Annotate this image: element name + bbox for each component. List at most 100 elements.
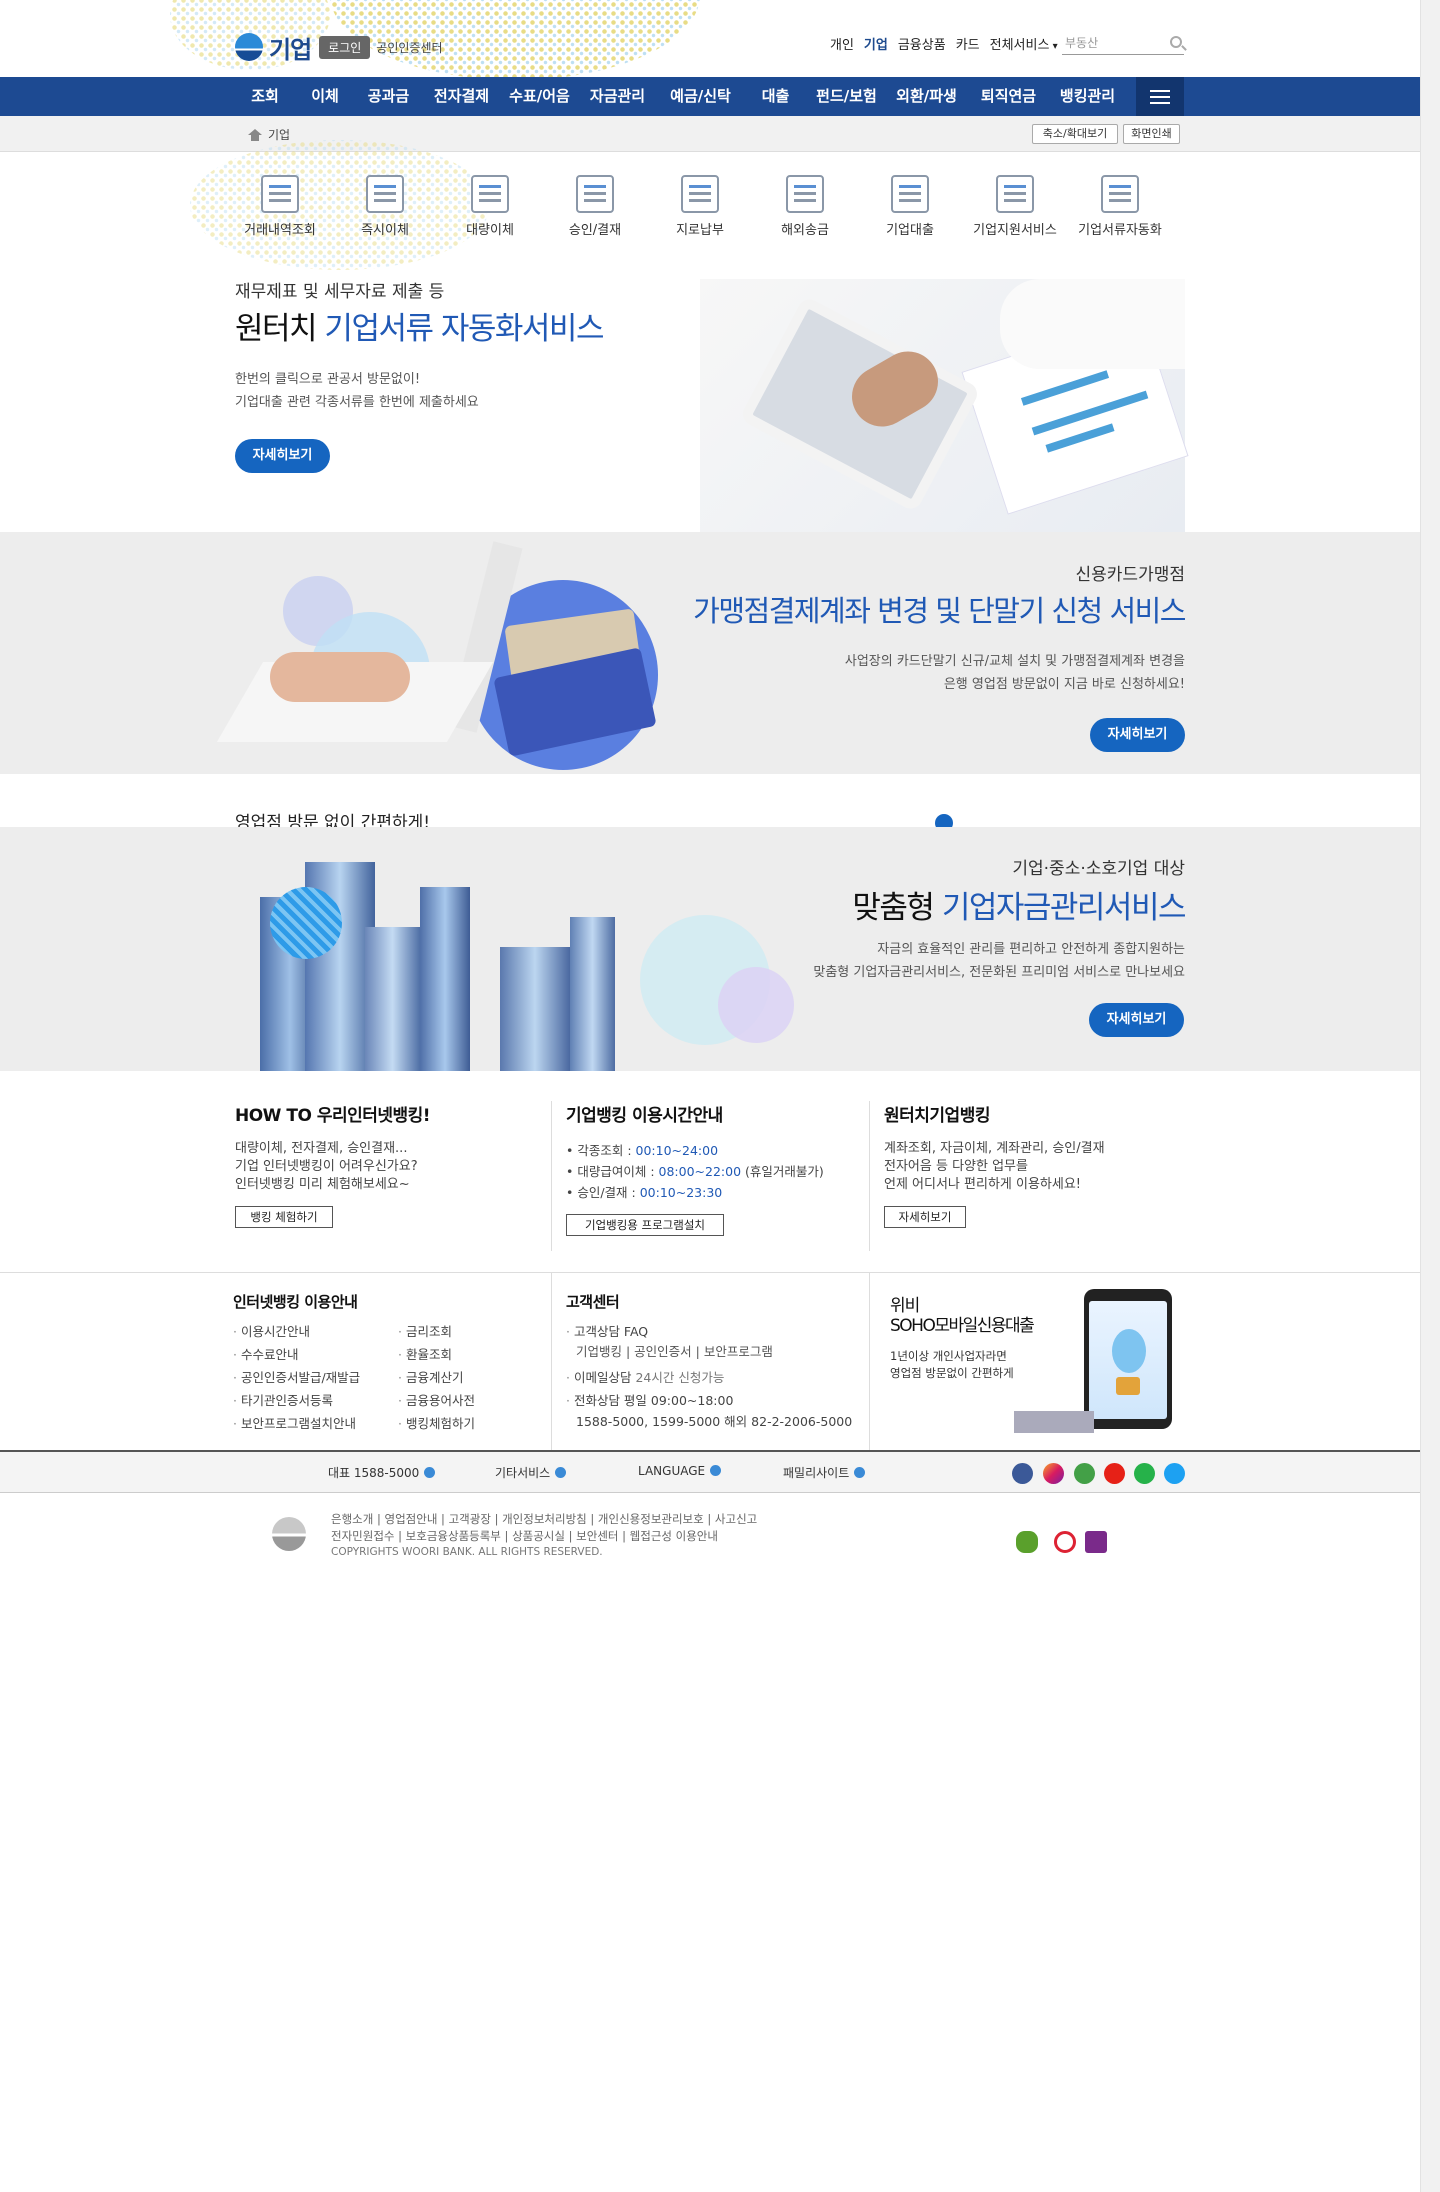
cert-center-link[interactable]: 공인인증센터 (376, 39, 442, 56)
gnb-utility[interactable]: 공과금 (355, 77, 422, 116)
guide-link-certificate[interactable]: 공인인증서발급/재발급 (233, 1367, 360, 1386)
phone-image (1084, 1289, 1172, 1429)
gnb-pension[interactable]: 퇴직연금 (967, 77, 1050, 116)
footer-copyright: COPYRIGHTS WOORI BANK. ALL RIGHTS RESERV… (331, 1546, 603, 1558)
gnb-checks[interactable]: 수표/어음 (501, 77, 578, 116)
guide-link-security[interactable]: 보안프로그램설치안내 (233, 1413, 356, 1432)
top-nav-all-services[interactable]: 전체서비스 (990, 34, 1058, 53)
gnb-epayment[interactable]: 전자결제 (422, 77, 501, 116)
gnb-transfer[interactable]: 이체 (295, 77, 355, 116)
search-icon[interactable] (1170, 36, 1182, 48)
hours-row: • 대량급여이체 : 08:00~22:00 (휴일거래불가) (566, 1164, 824, 1179)
instagram-icon[interactable] (1043, 1463, 1064, 1484)
banner-merchant-service: 신용카드가맹점 가맹점결제계좌 변경 및 단말기 신청 서비스 사업장의 카드단… (0, 532, 1420, 774)
guide-link-fees[interactable]: 수수료안내 (233, 1344, 299, 1363)
banner3-subtitle: 기업·중소·소호기업 대상 (1012, 859, 1185, 879)
quick-item-corporate-loan[interactable]: 기업대출 (860, 175, 960, 238)
gnb-inquiry[interactable]: 조회 (235, 77, 295, 116)
hours-row: • 승인/결재 : 00:10~23:30 (566, 1185, 723, 1200)
banking-demo-button[interactable]: 뱅킹 체험하기 (235, 1206, 333, 1228)
banner1-title: 원터치 기업서류 자동화서비스 (235, 311, 604, 347)
guide-link-other-cert[interactable]: 타기관인증서등록 (233, 1390, 333, 1409)
footer-links-row1[interactable]: 은행소개 | 영업점안내 | 고객광장 | 개인정보처리방침 | 개인신용정보관… (331, 1511, 757, 1527)
zoom-button[interactable]: 축소/확대보기 (1032, 124, 1118, 144)
hours-row: • 각종조회 : 00:10~24:00 (566, 1143, 719, 1158)
guide-link-exchange[interactable]: 환율조회 (398, 1344, 452, 1363)
print-button[interactable]: 화면인쇄 (1123, 124, 1180, 144)
program-install-button[interactable]: 기업뱅킹용 프로그램설치 (566, 1214, 724, 1236)
guide-link-hours[interactable]: 이용시간안내 (233, 1321, 310, 1340)
login-button[interactable]: 로그인 (319, 35, 371, 59)
top-nav-products[interactable]: 금융상품 (898, 34, 946, 53)
banner2-more-button[interactable]: 자세히보기 (1090, 718, 1185, 752)
office-building-icon (996, 175, 1034, 213)
certification-mark-icon (1054, 1531, 1076, 1553)
customer-faq-sublinks[interactable]: 기업뱅킹 | 공인인증서 | 보안프로그램 (576, 1341, 773, 1360)
vertical-scrollbar[interactable] (1420, 0, 1440, 2192)
web-accessibility-mark-icon (1016, 1531, 1038, 1553)
guide-link-demo[interactable]: 뱅킹체험하기 (398, 1413, 475, 1432)
customer-email[interactable]: 이메일상담 24시간 신청가능 (566, 1367, 724, 1386)
chevron-up-icon (424, 1467, 436, 1478)
gnb-deposit[interactable]: 예금/신탁 (657, 77, 744, 116)
logo-title: 기업 (269, 35, 312, 64)
gnb-loan[interactable]: 대출 (744, 77, 807, 116)
onetouch-more-button[interactable]: 자세히보기 (884, 1206, 966, 1228)
gnb-forex[interactable]: 외환/파생 (886, 77, 967, 116)
breadcrumb-current[interactable]: 기업 (268, 126, 290, 143)
footer-other-services[interactable]: 기타서비스 (495, 1464, 567, 1481)
onetouch-title: 원터치기업뱅킹 (884, 1106, 990, 1126)
info-section: HOW TO 우리인터넷뱅킹! 대량이체, 전자결제, 승인결재... 기업 인… (0, 1071, 1420, 1273)
naver-tv-icon[interactable] (1134, 1463, 1155, 1484)
youtube-icon[interactable] (1104, 1463, 1125, 1484)
location-bar: 기업 (0, 116, 1420, 152)
quick-item-approval[interactable]: 승인/결재 (545, 175, 645, 238)
bank-logo-icon (235, 33, 263, 61)
award-mark-icon (1085, 1531, 1107, 1553)
monitor-icon (1101, 175, 1139, 213)
kakao-story-icon[interactable] (1074, 1463, 1095, 1484)
guide-link-glossary[interactable]: 금융용어사전 (398, 1390, 475, 1409)
banner-strip: 영업점 방문 없이 간편하게! (0, 774, 1420, 827)
quick-item-bulk-transfer[interactable]: 대량이체 (440, 175, 540, 238)
clipboard-check-icon (576, 175, 614, 213)
banner2-subtitle: 신용카드가맹점 (1075, 565, 1185, 585)
guide-title: 인터넷뱅킹 이용안내 (233, 1293, 358, 1311)
quick-item-support[interactable]: 기업지원서비스 (965, 175, 1065, 238)
menu-icon[interactable] (1136, 77, 1184, 116)
footer-family-sites[interactable]: 패밀리사이트 (783, 1464, 866, 1481)
home-icon[interactable] (248, 128, 262, 141)
gnb-fund[interactable]: 펀드/보험 (807, 77, 886, 116)
chevron-up-icon (710, 1465, 722, 1476)
footer-bar: 대표 1588-5000 기타서비스 LANGUAGE 패밀리사이트 (0, 1450, 1420, 1493)
quick-item-document-automation[interactable]: 기업서류자동화 (1070, 175, 1170, 238)
quick-item-transactions[interactable]: 거래내역조회 (230, 175, 330, 238)
guide-link-calculator[interactable]: 금융계산기 (398, 1367, 464, 1386)
facebook-icon[interactable] (1012, 1463, 1033, 1484)
gnb-cash-management[interactable]: 자금관리 (578, 77, 657, 116)
search-placeholder: 부동산 (1065, 36, 1099, 50)
main-nav: 조회 이체 공과금 전자결제 수표/어음 자금관리 예금/신탁 대출 펀드/보험… (0, 77, 1420, 116)
soho-loan-promo[interactable]: 위비 SOHO모바일신용대출 1년이상 개인사업자라면 영업점 방문없이 간편하… (884, 1283, 1184, 1440)
quick-item-overseas-remittance[interactable]: 해외송금 (755, 175, 855, 238)
top-nav-personal[interactable]: 개인 (830, 34, 854, 53)
footer-links-row2[interactable]: 전자민원접수 | 보호금융상품등록부 | 상품공시실 | 보안센터 | 웹접근성… (331, 1528, 718, 1544)
footer-phone-link[interactable]: 대표 1588-5000 (328, 1464, 436, 1481)
footer-language[interactable]: LANGUAGE (638, 1464, 722, 1478)
guide-link-rates[interactable]: 금리조회 (398, 1321, 452, 1340)
customer-faq-link[interactable]: 고객상담 FAQ (566, 1321, 648, 1340)
search-input[interactable]: 부동산 (1062, 33, 1184, 55)
howto-title: HOW TO 우리인터넷뱅킹! (235, 1106, 431, 1126)
chevron-up-icon (555, 1467, 567, 1478)
gnb-banking-management[interactable]: 뱅킹관리 (1050, 77, 1125, 116)
twitter-icon[interactable] (1164, 1463, 1185, 1484)
document-search-icon (261, 175, 299, 213)
quick-menu: 거래내역조회 즉시이체 대량이체 승인/결재 지로납부 해외송금 기업대출 기업… (235, 175, 1185, 245)
banner1-more-button[interactable]: 자세히보기 (235, 439, 330, 473)
banner3-more-button[interactable]: 자세히보기 (1089, 1003, 1184, 1037)
quick-item-instant-transfer[interactable]: 즉시이체 (335, 175, 435, 238)
top-nav-corporate[interactable]: 기업 (864, 34, 888, 53)
quick-item-giro[interactable]: 지로납부 (650, 175, 750, 238)
brand-logo[interactable]: 기업 로그인 공인인증센터 (235, 30, 555, 64)
top-nav-card[interactable]: 카드 (956, 34, 980, 53)
